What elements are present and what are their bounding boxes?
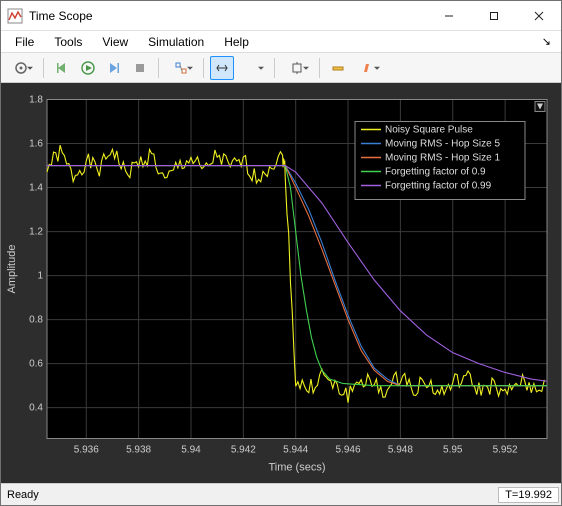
plot-area[interactable]: 5.936 5.938 5.94 5.942 5.944 5.946 5.948 5.95 5.… (1, 83, 561, 483)
title-bar: Time Scope (1, 1, 561, 31)
menu-tools[interactable]: Tools (44, 33, 92, 51)
svg-text:Forgetting factor of 0.99: Forgetting factor of 0.99 (385, 181, 492, 192)
app-window: Time Scope File Tools View Simulation He… (0, 0, 562, 506)
svg-text:Moving RMS - Hop Size 5: Moving RMS - Hop Size 5 (385, 139, 500, 150)
svg-text:5.944: 5.944 (283, 445, 308, 456)
step-forward-button[interactable] (102, 56, 126, 80)
close-button[interactable] (516, 1, 561, 30)
run-button[interactable] (76, 56, 100, 80)
configure-button[interactable] (5, 56, 37, 80)
stop-button[interactable] (128, 56, 152, 80)
zoom-x-button[interactable] (210, 56, 234, 80)
status-text: Ready (7, 489, 498, 501)
menu-bar: File Tools View Simulation Help ↘ (1, 31, 561, 53)
app-icon (7, 8, 23, 24)
svg-text:5.952: 5.952 (493, 445, 518, 456)
minimize-button[interactable] (426, 1, 471, 30)
svg-text:5.938: 5.938 (126, 445, 151, 456)
svg-text:Moving RMS - Hop Size 1: Moving RMS - Hop Size 1 (385, 153, 500, 164)
menu-help[interactable]: Help (214, 33, 259, 51)
menu-view[interactable]: View (92, 33, 138, 51)
time-scope-plot: 5.936 5.938 5.94 5.942 5.944 5.946 5.948 5.95 5.… (1, 83, 561, 483)
window-buttons (426, 1, 561, 30)
svg-text:1.6: 1.6 (29, 139, 43, 150)
svg-text:Forgetting factor of 0.9: Forgetting factor of 0.9 (385, 167, 486, 178)
autoscale-button[interactable] (281, 56, 313, 80)
svg-text:5.936: 5.936 (74, 445, 99, 456)
svg-text:Noisy Square Pulse: Noisy Square Pulse (385, 125, 473, 136)
highlight-button[interactable] (352, 56, 384, 80)
menu-simulation[interactable]: Simulation (138, 33, 214, 51)
svg-text:1.2: 1.2 (29, 227, 43, 238)
svg-text:0.4: 0.4 (29, 403, 43, 414)
svg-text:5.94: 5.94 (181, 445, 201, 456)
svg-text:1.8: 1.8 (29, 95, 43, 106)
status-bar: Ready T=19.992 (1, 483, 561, 505)
svg-text:0.8: 0.8 (29, 315, 43, 326)
svg-text:1: 1 (37, 271, 43, 282)
svg-text:Time (secs): Time (secs) (268, 462, 325, 474)
measurements-button[interactable] (326, 56, 350, 80)
step-back-button[interactable] (50, 56, 74, 80)
dock-icon[interactable]: ↘ (536, 35, 557, 48)
svg-text:5.946: 5.946 (336, 445, 361, 456)
svg-text:Amplitude: Amplitude (6, 245, 18, 294)
window-title: Time Scope (29, 9, 426, 23)
zoom-menu-button[interactable] (236, 56, 268, 80)
svg-text:1.4: 1.4 (29, 183, 43, 194)
menu-file[interactable]: File (5, 33, 44, 51)
signal-select-button[interactable] (165, 56, 197, 80)
svg-text:5.95: 5.95 (443, 445, 463, 456)
svg-text:5.942: 5.942 (231, 445, 256, 456)
svg-text:5.948: 5.948 (388, 445, 413, 456)
status-time: T=19.992 (498, 487, 559, 503)
svg-text:0.6: 0.6 (29, 359, 43, 370)
toolbar (1, 53, 561, 83)
maximize-button[interactable] (471, 1, 516, 30)
